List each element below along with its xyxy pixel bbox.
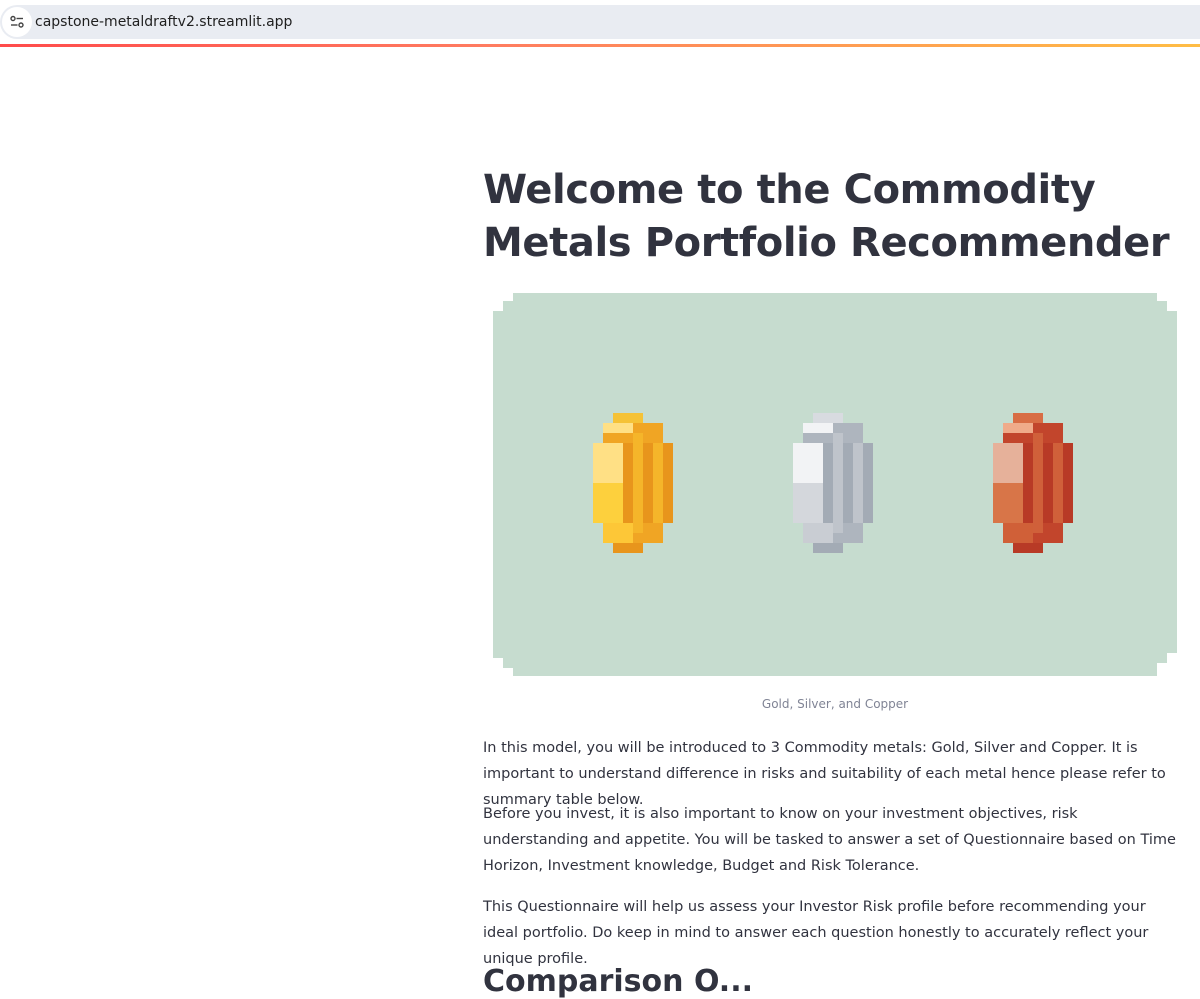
page-title: Welcome to the Commodity Metals Portfoli… [483,167,1170,266]
section-heading: Comparison O... [483,964,753,999]
objectives-paragraph: Before you invest, it is also important … [483,806,1176,874]
url-text[interactable]: capstone-metaldraftv2.streamlit.app [35,14,292,30]
main-content: Welcome to the Commodity Metals Portfoli… [483,47,1183,999]
address-bar[interactable]: capstone-metaldraftv2.streamlit.app [0,5,1200,39]
tune-icon[interactable] [2,7,32,37]
browser-toolbar: capstone-metaldraftv2.streamlit.app [0,0,1200,44]
questionnaire-paragraph: This Questionnaire will help us assess y… [483,899,1149,967]
silver-coin-icon [793,413,873,553]
gold-coin-icon [593,413,673,553]
image-caption: Gold, Silver, and Copper [761,697,909,711]
copper-coin-icon [993,413,1073,553]
hero-image [493,293,1177,676]
